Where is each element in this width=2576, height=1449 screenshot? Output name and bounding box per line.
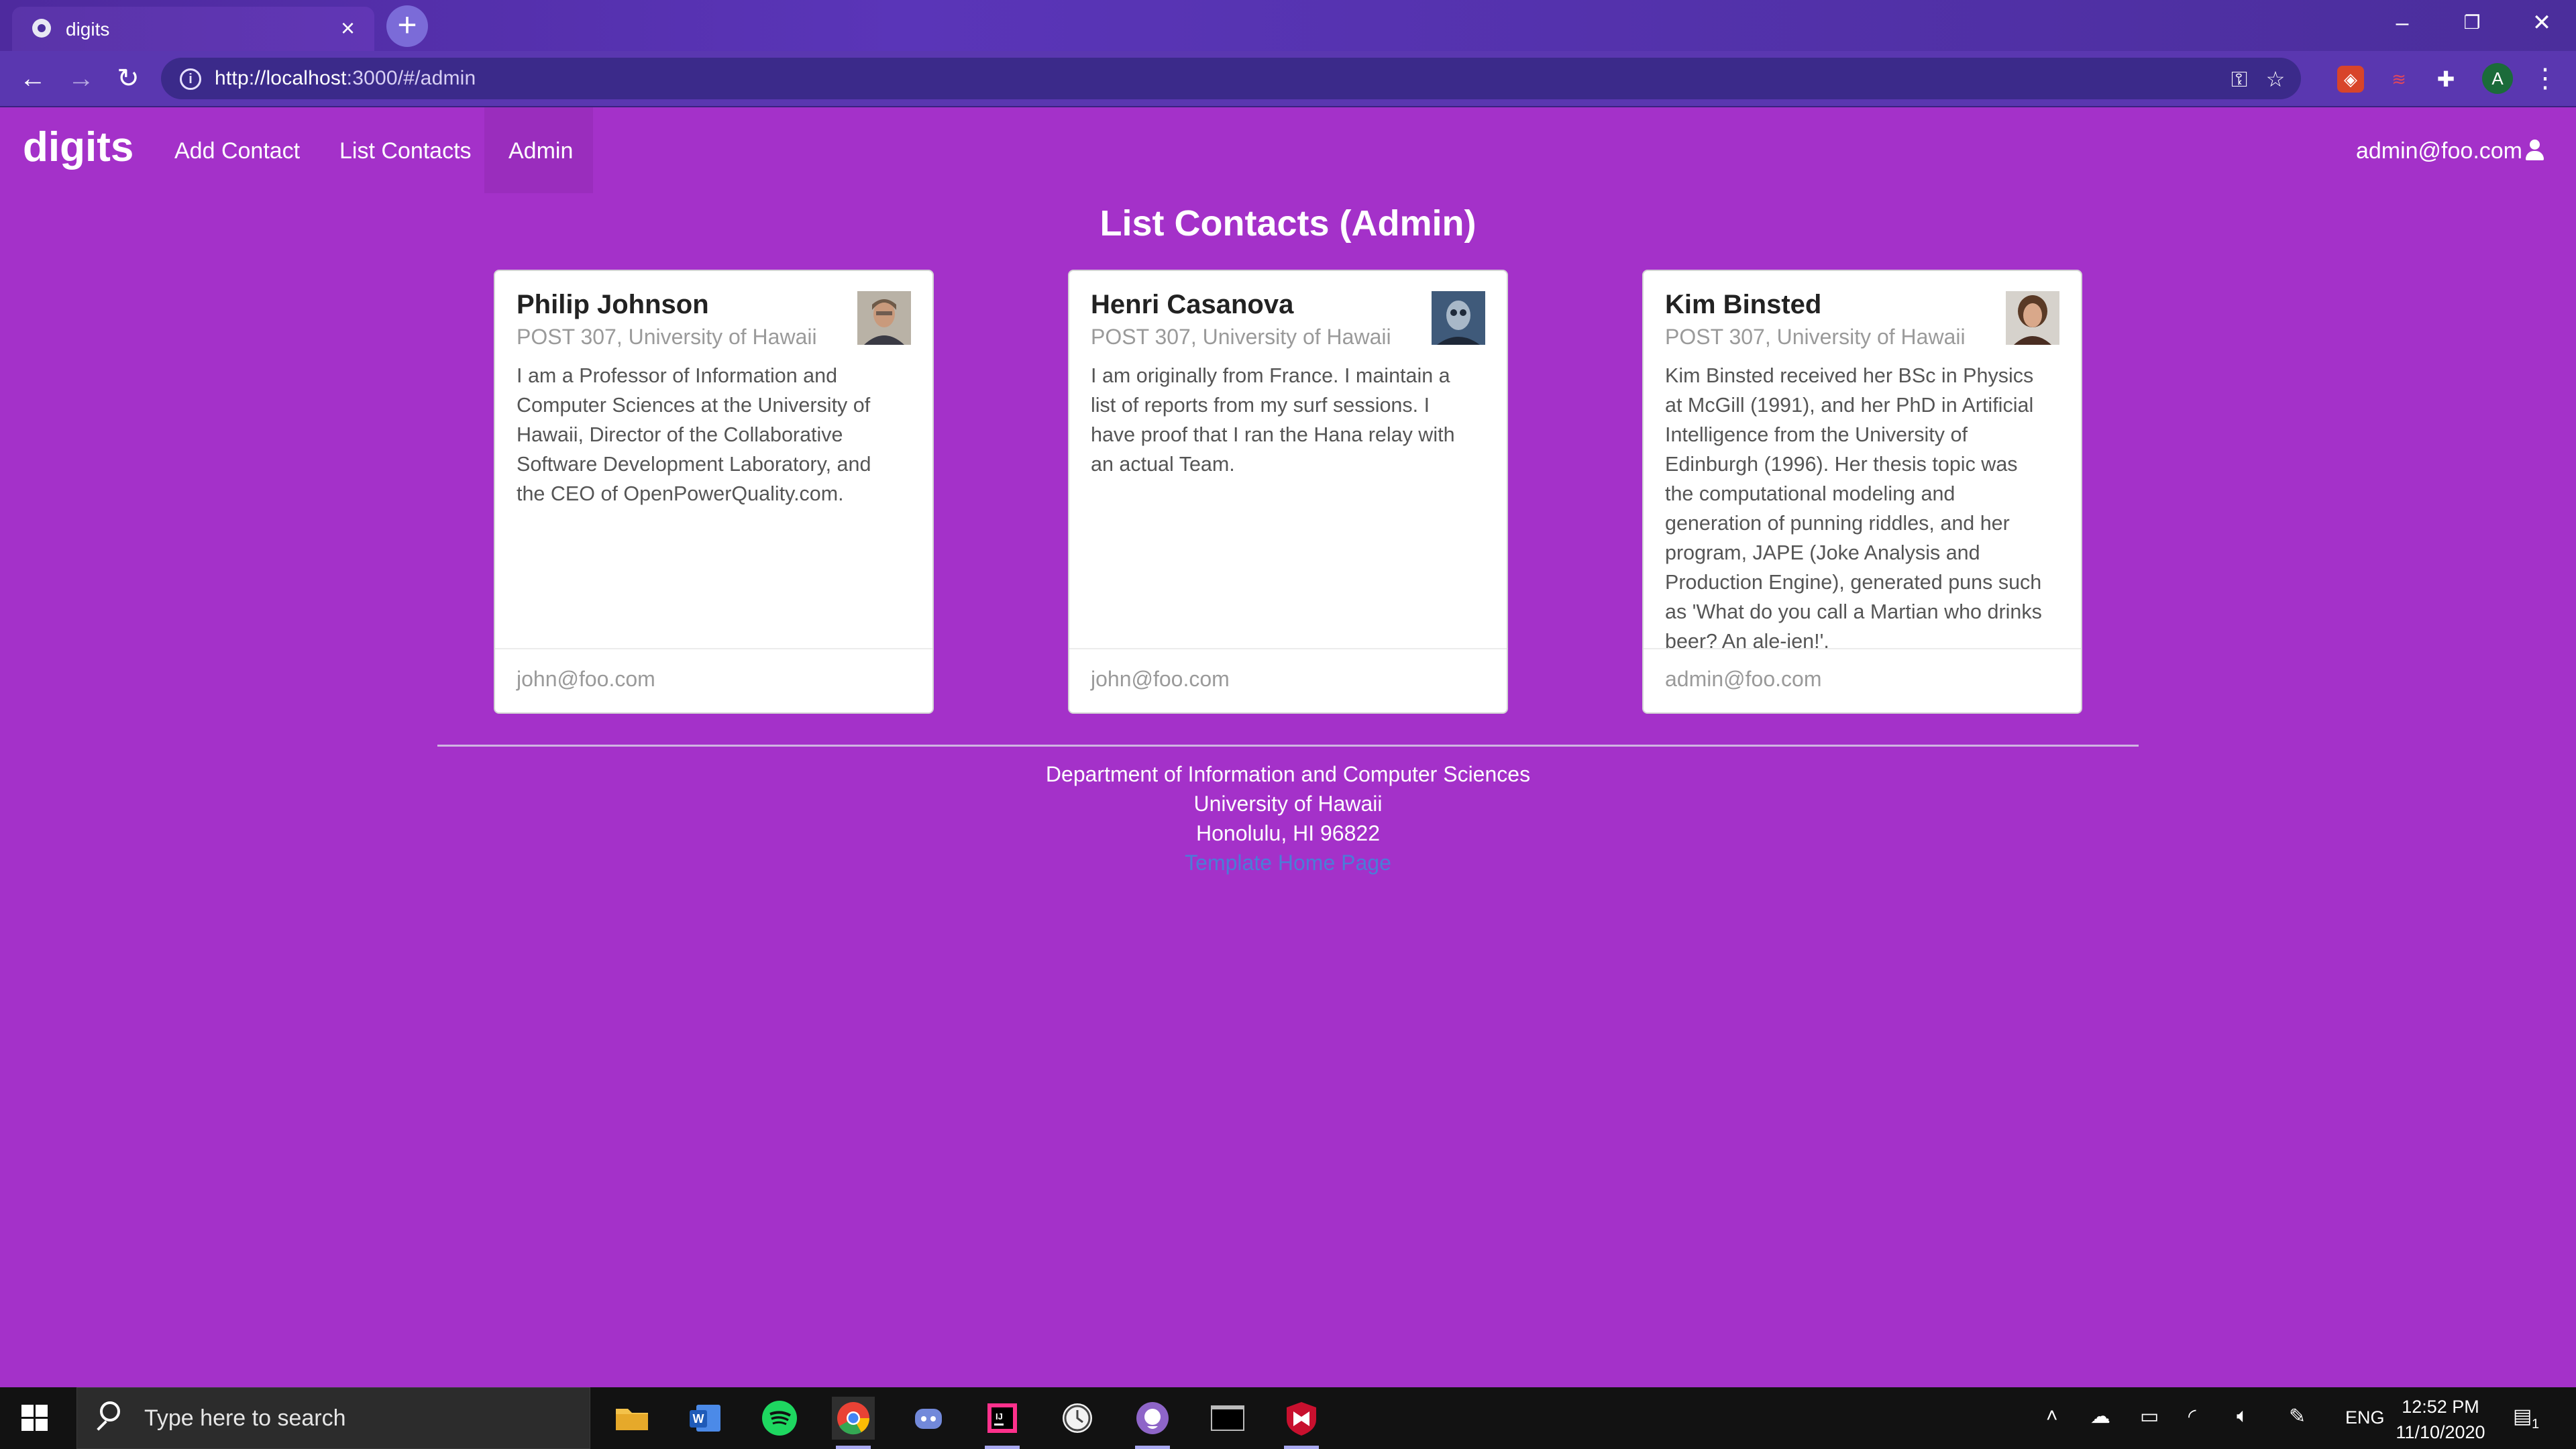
tab-favicon-icon — [32, 19, 51, 38]
windows-start-icon[interactable] — [21, 1405, 48, 1432]
url-text: http://localhost:3000/#/admin — [215, 67, 476, 89]
close-tab-icon[interactable]: × — [341, 15, 355, 42]
new-tab-button[interactable]: + — [386, 5, 428, 47]
contact-name: Henri Casanova — [1091, 290, 1294, 319]
search-icon — [100, 1401, 120, 1421]
browser-toolbar: ← → ↻ i http://localhost:3000/#/admin ⚿ … — [0, 51, 2576, 107]
intellij-icon[interactable]: IJ — [981, 1397, 1024, 1449]
contact-email: john@foo.com — [517, 667, 655, 691]
footer-university: University of Hawaii — [1193, 792, 1383, 816]
windows-taskbar: Type here to search W IJ ˄ ☁ ▭ ◜ 🔈︎ ✎ EN… — [0, 1387, 2576, 1449]
contact-card: Philip Johnson POST 307, University of H… — [494, 270, 934, 714]
contact-description: Kim Binsted received her BSc in Physics … — [1665, 364, 2042, 653]
pen-icon[interactable]: ✎ — [2289, 1405, 2306, 1428]
contact-description: I am originally from France. I maintain … — [1091, 364, 1455, 476]
contact-address: POST 307, University of Hawaii — [1091, 325, 1391, 349]
card-footer: admin@foo.com — [1644, 648, 2081, 712]
user-dropdown[interactable]: admin@foo.com — [2356, 138, 2544, 164]
open-app-indicator — [1135, 1446, 1170, 1449]
user-email: admin@foo.com — [2355, 138, 2522, 164]
star-icon[interactable]: ☆ — [2261, 64, 2290, 94]
card-footer: john@foo.com — [495, 648, 932, 712]
user-icon — [2525, 140, 2544, 161]
contact-name: Philip Johnson — [517, 290, 709, 319]
notification-count: 1 — [2532, 1417, 2540, 1432]
forward-icon[interactable]: → — [63, 60, 99, 97]
tab-title: digits — [66, 19, 110, 40]
extension-icon[interactable]: ◈ — [2337, 66, 2364, 93]
clock-time: 12:52 PM — [2402, 1397, 2479, 1417]
footer-divider — [437, 745, 2139, 747]
address-bar[interactable]: i http://localhost:3000/#/admin ⚿ ☆ — [161, 58, 2301, 99]
contact-email: admin@foo.com — [1665, 667, 1822, 691]
battery-icon[interactable]: ▭ — [2140, 1405, 2159, 1428]
minimize-icon[interactable]: – — [2372, 5, 2432, 40]
contact-photo — [1432, 291, 1485, 345]
wifi-icon[interactable]: ◜ — [2188, 1405, 2196, 1428]
app-navbar: digits Add Contact List Contacts Admin a… — [0, 107, 2576, 193]
clock-app-icon[interactable] — [1056, 1397, 1099, 1440]
contact-card: Henri Casanova POST 307, University of H… — [1068, 270, 1508, 714]
menu-dots-icon[interactable]: ⋮ — [2532, 60, 2559, 97]
brand-logo[interactable]: digits — [23, 123, 133, 171]
spotify-icon[interactable] — [758, 1397, 801, 1440]
profile-avatar[interactable]: A — [2482, 63, 2513, 94]
template-home-link[interactable]: Template Home Page — [0, 848, 2576, 877]
footer-city: Honolulu, HI 96822 — [1196, 821, 1380, 845]
nav-list-contacts[interactable]: List Contacts — [339, 138, 472, 164]
terminal-icon[interactable] — [1206, 1397, 1249, 1440]
reload-icon[interactable]: ↻ — [110, 60, 146, 97]
svg-text:W: W — [693, 1412, 704, 1426]
taskbar-clock[interactable]: 12:52 PM 11/10/2020 — [2394, 1394, 2487, 1445]
open-app-indicator — [1284, 1446, 1319, 1449]
contact-card: Kim Binsted POST 307, University of Hawa… — [1642, 270, 2082, 714]
discord-icon[interactable] — [907, 1397, 950, 1440]
contact-email: john@foo.com — [1091, 667, 1230, 691]
extension-icon[interactable]: ≋ — [2385, 66, 2412, 93]
taskbar-search[interactable]: Type here to search — [76, 1387, 590, 1449]
contact-name: Kim Binsted — [1665, 290, 1822, 319]
contact-address: POST 307, University of Hawaii — [517, 325, 817, 349]
key-icon[interactable]: ⚿ — [2224, 64, 2254, 94]
open-app-indicator — [985, 1446, 1020, 1449]
restore-icon[interactable]: ❐ — [2442, 5, 2502, 40]
browser-tabstrip: digits × + – ❐ ✕ — [0, 0, 2576, 51]
onedrive-icon[interactable]: ☁ — [2090, 1405, 2110, 1428]
nav-admin[interactable]: Admin — [508, 138, 573, 164]
volume-icon[interactable]: 🔈︎ — [2237, 1405, 2249, 1428]
word-icon[interactable]: W — [684, 1397, 727, 1440]
search-placeholder: Type here to search — [144, 1405, 346, 1431]
contact-address: POST 307, University of Hawaii — [1665, 325, 1966, 349]
file-explorer-icon[interactable] — [610, 1397, 653, 1440]
contact-description: I am a Professor of Information and Comp… — [517, 364, 871, 505]
active-app-indicator — [836, 1446, 871, 1449]
page-title: List Contacts (Admin) — [1099, 203, 1477, 244]
card-footer: john@foo.com — [1069, 648, 1507, 712]
mcafee-icon[interactable] — [1280, 1397, 1323, 1449]
close-window-icon[interactable]: ✕ — [2512, 5, 2572, 40]
clock-date: 11/10/2020 — [2396, 1422, 2485, 1442]
tray-chevron-icon[interactable]: ˄ — [2046, 1405, 2058, 1428]
page-footer: Department of Information and Computer S… — [0, 759, 2576, 877]
github-desktop-icon[interactable] — [1131, 1397, 1174, 1449]
contact-photo — [857, 291, 911, 345]
footer-department: Department of Information and Computer S… — [1045, 762, 1531, 786]
contact-photo — [2006, 291, 2059, 345]
site-info-icon[interactable]: i — [180, 68, 201, 90]
svg-text:IJ: IJ — [996, 1411, 1003, 1421]
language-indicator[interactable]: ENG — [2345, 1407, 2385, 1428]
back-icon[interactable]: ← — [15, 60, 51, 97]
browser-tab[interactable]: digits × — [12, 7, 374, 51]
chrome-icon[interactable] — [832, 1397, 875, 1449]
notification-icon[interactable]: ▤ — [2513, 1405, 2532, 1428]
nav-add-contact[interactable]: Add Contact — [174, 138, 300, 164]
puzzle-icon[interactable]: ✚ — [2432, 66, 2459, 93]
